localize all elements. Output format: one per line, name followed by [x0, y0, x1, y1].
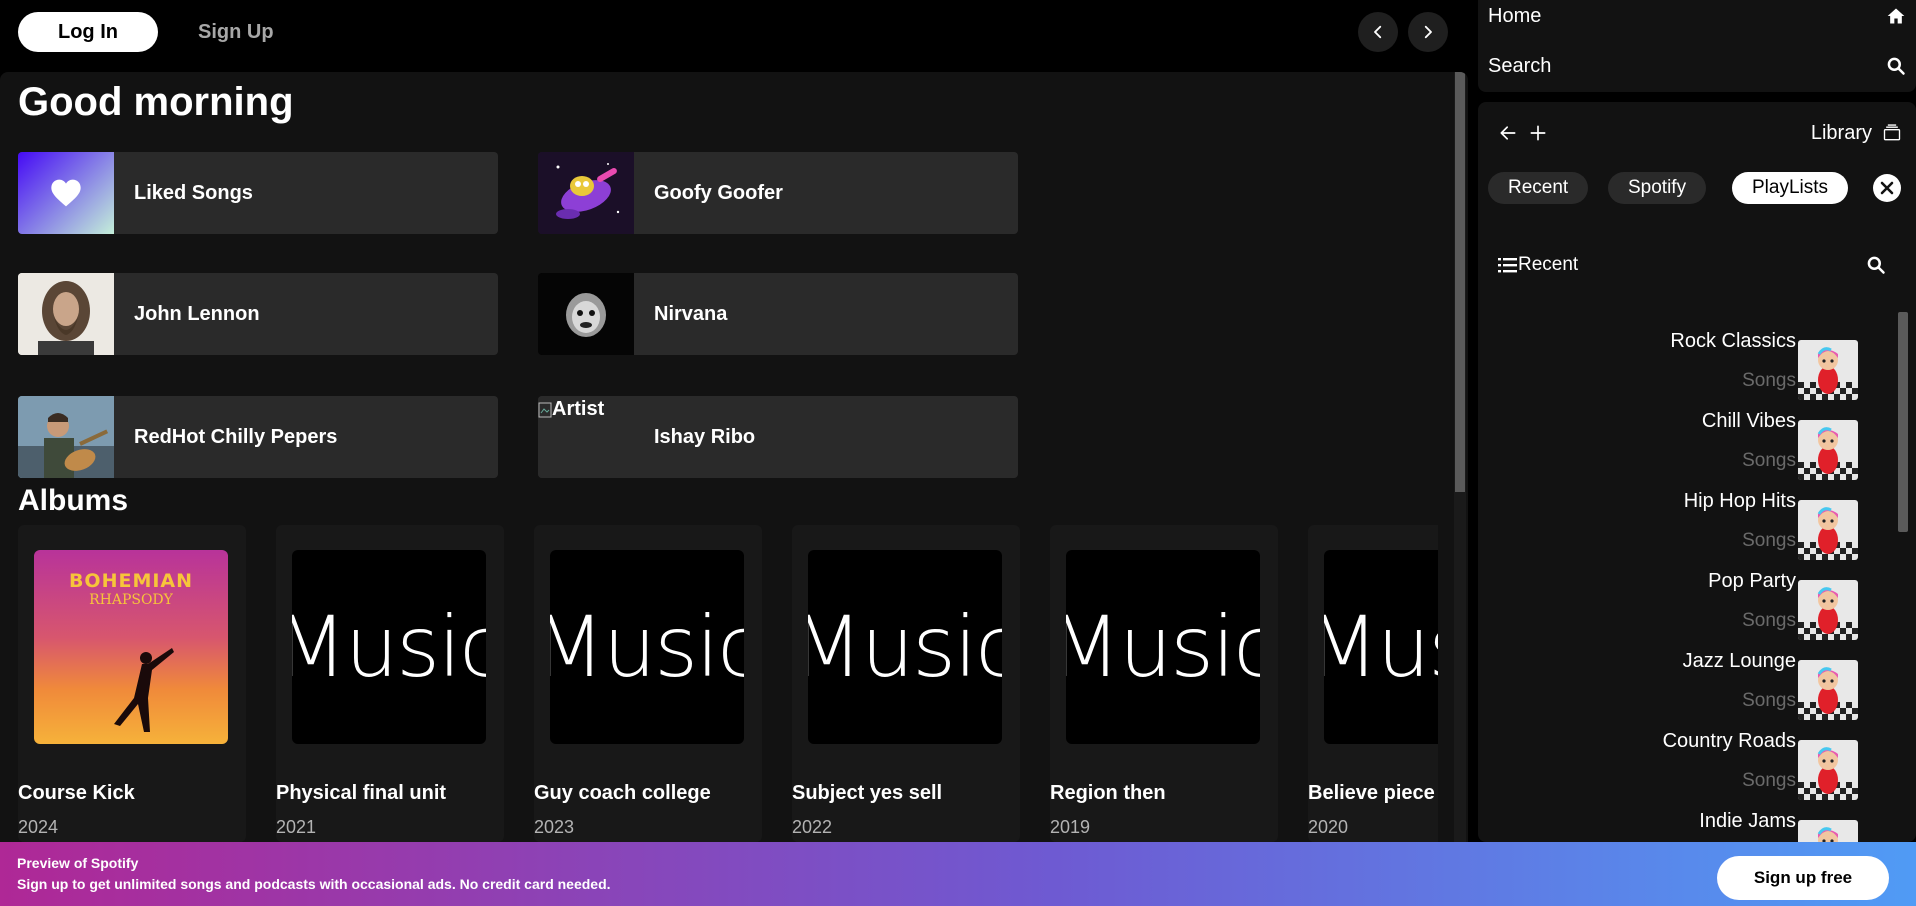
playlist-thumbnail — [1798, 580, 1858, 640]
nav-search[interactable]: Search — [1488, 46, 1906, 86]
chevron-left-icon — [1374, 25, 1382, 39]
playlist-thumbnail — [1798, 340, 1858, 400]
playlist-item[interactable]: Hip Hop Hits Songs — [1478, 490, 1898, 570]
playlist-subtitle: Songs — [1742, 370, 1796, 391]
playlist-name: Chill Vibes — [1701, 410, 1796, 432]
albums-row: BOHEMIAN RHAPSODY Music Music Music Musi… — [0, 72, 1438, 842]
album-year: 2023 — [534, 817, 575, 837]
playlist-thumbnail — [1798, 500, 1858, 560]
playlist-thumbnail — [1798, 660, 1858, 720]
album-name[interactable]: Believe piece — [1308, 782, 1435, 805]
album-year: 2019 — [1050, 817, 1091, 837]
album-name[interactable]: Subject yes sell — [792, 782, 942, 805]
chip-playlists[interactable]: PlayLists — [1732, 172, 1849, 204]
album-name[interactable]: Region then — [1050, 782, 1166, 805]
playlist-item[interactable]: Jazz Lounge Songs — [1478, 650, 1898, 730]
forward-button[interactable] — [1408, 12, 1448, 52]
sort-row: Recent — [1498, 250, 1886, 280]
playlist-item[interactable]: Pop Party Songs — [1478, 570, 1898, 650]
sidebar-nav: Home Search — [1478, 0, 1916, 92]
arrow-left-icon[interactable] — [1498, 123, 1518, 143]
playlist-list: Rock Classics Songs Chill Vibes Songs Hip Ho… — [1478, 330, 1916, 842]
playlist-name: Pop Party — [1708, 570, 1796, 592]
library-scrollbar[interactable] — [1898, 312, 1908, 532]
close-icon — [1880, 181, 1894, 195]
library-header: Library — [1498, 118, 1902, 148]
sort-button[interactable]: Recent — [1498, 254, 1578, 276]
preview-banner[interactable]: Preview of Spotify Sign up to get unlimi… — [0, 842, 1916, 906]
playlist-thumbnail — [1798, 420, 1858, 480]
album-meta: Course Kick 2024 — [18, 525, 238, 842]
plus-icon[interactable] — [1528, 123, 1548, 143]
signup-button[interactable]: Sign Up — [180, 12, 292, 52]
playlist-item[interactable]: Indie JamsSongs — [1478, 810, 1898, 842]
playlist-thumbnail — [1798, 820, 1858, 842]
playlist-subtitle: Songs — [1742, 770, 1796, 791]
playlist-subtitle: Songs — [1742, 690, 1796, 711]
album-name[interactable]: Guy coach college — [534, 782, 711, 805]
list-icon — [1498, 258, 1517, 273]
album-year: 2024 — [18, 817, 59, 837]
album-name[interactable]: Physical final unit — [276, 782, 446, 805]
nav-home-label: Home — [1488, 4, 1542, 27]
home-icon — [1887, 8, 1905, 24]
back-button[interactable] — [1358, 12, 1398, 52]
chevron-right-icon — [1424, 25, 1432, 39]
playlist-subtitle: Songs — [1742, 450, 1796, 471]
search-icon — [1887, 57, 1905, 75]
clear-filter-button[interactable] — [1873, 174, 1901, 202]
sort-label: Recent — [1518, 254, 1579, 275]
playlist-name: Rock Classics — [1670, 330, 1796, 352]
banner-title: Preview of Spotify — [17, 855, 139, 871]
top-bar: Log In Sign Up — [0, 0, 1468, 64]
playlist-item[interactable]: Chill Vibes Songs — [1478, 410, 1898, 490]
playlist-name: Indie Jams — [1699, 810, 1796, 832]
playlist-item[interactable]: Country Roads Songs — [1478, 730, 1898, 810]
chip-spotify[interactable]: Spotify — [1608, 172, 1707, 204]
playlist-item[interactable]: Rock Classics Songs — [1478, 330, 1898, 410]
search-icon[interactable] — [1866, 255, 1886, 275]
album-meta: Believe piece 2020 — [1308, 525, 1438, 842]
login-button[interactable]: Log In — [18, 12, 158, 52]
album-year: 2021 — [276, 817, 317, 837]
playlist-subtitle: Songs — [1742, 530, 1796, 551]
album-year: 2020 — [1308, 817, 1349, 837]
album-meta: Region then 2019 — [1050, 525, 1270, 842]
album-name[interactable]: Course Kick — [18, 782, 135, 805]
album-meta: Subject yes sell 2022 — [792, 525, 1012, 842]
album-year: 2022 — [792, 817, 833, 837]
app-root: Log In Sign Up Good morning Liked Songs — [0, 0, 1916, 906]
playlist-subtitle: Songs — [1742, 610, 1796, 631]
library-label[interactable]: Library — [1811, 122, 1872, 145]
album-meta: Physical final unit 2021 — [276, 525, 496, 842]
chip-recent[interactable]: Recent — [1488, 172, 1589, 204]
nav-search-label: Search — [1488, 54, 1552, 77]
album-meta: Guy coach college 2023 — [534, 525, 754, 842]
playlist-name: Country Roads — [1662, 730, 1796, 752]
library-panel: Library Recent Spotify PlayLists Recent … — [1478, 102, 1916, 842]
playlist-name: Hip Hop Hits — [1683, 490, 1796, 512]
playlist-name: Jazz Lounge — [1682, 650, 1796, 672]
nav-home[interactable]: Home — [1488, 0, 1906, 36]
signup-free-button[interactable]: Sign up free — [1717, 856, 1889, 900]
library-icon — [1883, 124, 1901, 141]
main-scrollbar[interactable] — [1454, 72, 1466, 842]
banner-text: Sign up to get unlimited songs and podca… — [17, 876, 611, 892]
playlist-thumbnail — [1798, 740, 1858, 800]
